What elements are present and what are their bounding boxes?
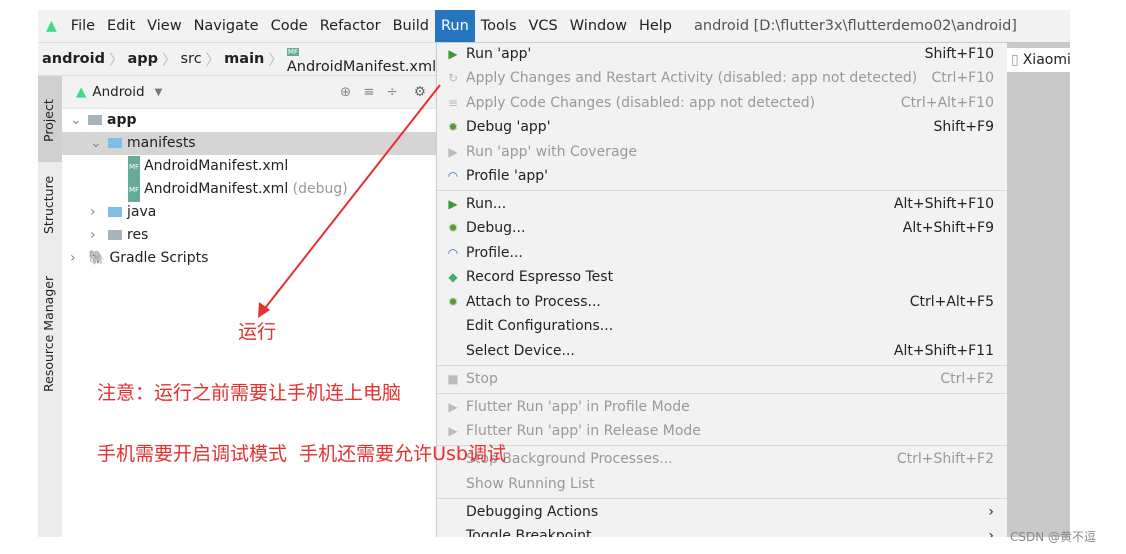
annotation-arrow (258, 84, 441, 318)
annotation-note2: 手机需要开启调试模式 手机还需要允许Usb调试 (97, 443, 506, 465)
annotation-run: 运行 (238, 321, 277, 343)
annotation-note1: 注意：运行之前需要让手机连上电脑 (97, 382, 402, 404)
watermark: CSDN @黄不逗 (1010, 530, 1097, 544)
